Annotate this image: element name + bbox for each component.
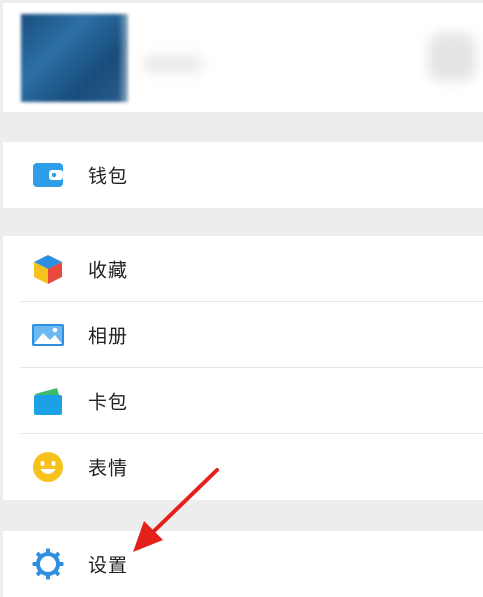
username-blurred bbox=[143, 55, 203, 73]
menu-item-stickers[interactable]: 表情 bbox=[3, 434, 483, 500]
qr-code-icon[interactable] bbox=[428, 33, 476, 81]
wallet-icon bbox=[31, 158, 65, 192]
gear-icon bbox=[31, 547, 65, 581]
menu-item-label: 收藏 bbox=[88, 259, 129, 282]
menu-item-label: 钱包 bbox=[88, 165, 129, 188]
menu-item-settings[interactable]: 设置 bbox=[3, 531, 483, 597]
menu-item-label: 设置 bbox=[88, 554, 129, 577]
settings-group: 设置 bbox=[3, 531, 483, 597]
avatar[interactable] bbox=[21, 14, 138, 102]
profile-header[interactable] bbox=[3, 3, 483, 112]
menu-item-card[interactable]: 卡包 bbox=[3, 368, 483, 434]
features-group: 收藏 相册 卡包 表情 bbox=[3, 236, 483, 500]
album-picture-icon bbox=[31, 318, 65, 352]
card-wallet-icon bbox=[31, 384, 65, 418]
smiley-face-icon bbox=[31, 450, 65, 484]
favorites-cube-icon bbox=[31, 252, 65, 286]
wallet-group: 钱包 bbox=[3, 142, 483, 208]
menu-item-label: 表情 bbox=[88, 457, 129, 480]
menu-item-album[interactable]: 相册 bbox=[3, 302, 483, 368]
menu-item-wallet[interactable]: 钱包 bbox=[3, 142, 483, 208]
menu-item-favorites[interactable]: 收藏 bbox=[3, 236, 483, 302]
menu-item-label: 卡包 bbox=[88, 391, 129, 414]
menu-item-label: 相册 bbox=[88, 325, 129, 348]
